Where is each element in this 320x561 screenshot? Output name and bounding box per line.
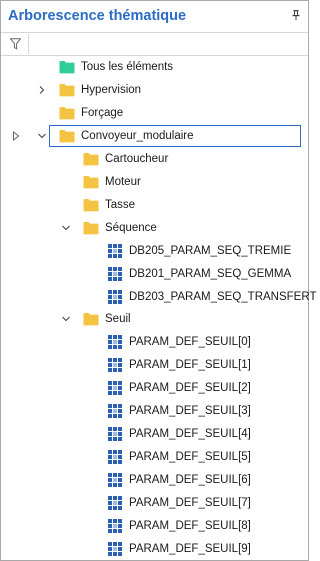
- tree-item[interactable]: Seuil: [1, 309, 308, 331]
- data-block-icon: [107, 541, 123, 556]
- tree-item-label: PARAM_DEF_SEUIL[8]: [129, 520, 251, 532]
- tree-item[interactable]: PARAM_DEF_SEUIL[0]: [1, 332, 308, 354]
- tree-item[interactable]: PARAM_DEF_SEUIL[9]: [1, 539, 308, 561]
- pin-icon[interactable]: [290, 9, 302, 21]
- tree-item[interactable]: PARAM_DEF_SEUIL[7]: [1, 493, 308, 515]
- tree-item[interactable]: Moteur: [1, 172, 308, 194]
- folder-green-icon: [59, 60, 75, 74]
- data-block-icon: [107, 426, 123, 442]
- data-block-icon: [107, 495, 123, 511]
- filter-icon: [10, 38, 21, 50]
- tree-item-label: PARAM_DEF_SEUIL[4]: [129, 428, 251, 441]
- tree-item-label: Cartoucheur: [105, 152, 169, 165]
- tree-item-label: PARAM_DEF_SEUIL[3]: [129, 405, 251, 418]
- chevron-right-icon[interactable]: [37, 85, 47, 95]
- data-block-icon: [107, 518, 123, 533]
- chevron-down-icon[interactable]: [37, 131, 47, 141]
- thematic-tree-panel: Arborescence thématique Tous les élément…: [0, 0, 316, 561]
- filter-button[interactable]: [2, 34, 29, 54]
- tree-item[interactable]: PARAM_DEF_SEUIL[4]: [1, 424, 308, 446]
- tree-item-label: Hypervision: [81, 83, 142, 96]
- folder-icon: [83, 221, 99, 235]
- data-block-icon: [107, 289, 123, 304]
- folder-icon: [83, 198, 99, 212]
- tree-item-label: DB205_PARAM_SEQ_TREMIE: [129, 244, 292, 257]
- folder-icon: [83, 312, 99, 326]
- tree-item-label: PARAM_DEF_SEUIL[0]: [129, 336, 251, 349]
- tree-item-label: Seuil: [105, 313, 131, 326]
- tree-view: Tous les éléments Hypervision Forçage Convo…: [1, 55, 316, 561]
- data-block-icon: [107, 243, 123, 258]
- data-block-icon: [107, 357, 123, 373]
- tree-item[interactable]: PARAM_DEF_SEUIL[1]: [1, 355, 308, 377]
- tree-item-label: PARAM_DEF_SEUIL[7]: [129, 497, 251, 510]
- tree-item[interactable]: PARAM_DEF_SEUIL[8]: [1, 516, 308, 538]
- folder-icon: [59, 129, 75, 143]
- tree-item-label: PARAM_DEF_SEUIL[1]: [129, 359, 251, 372]
- tree-item-label: Tous les éléments: [81, 61, 174, 73]
- folder-icon: [83, 152, 99, 166]
- tree-item-label: Forçage: [81, 106, 124, 119]
- tree-item-label: PARAM_DEF_SEUIL[5]: [129, 451, 251, 464]
- folder-icon: [59, 106, 75, 120]
- tree-item-label: Moteur: [105, 175, 141, 188]
- tree-item[interactable]: PARAM_DEF_SEUIL[5]: [1, 447, 308, 469]
- tree-item[interactable]: PARAM_DEF_SEUIL[6]: [1, 470, 308, 492]
- data-block-icon: [107, 403, 123, 419]
- tree-item[interactable]: Cartoucheur: [1, 149, 308, 171]
- tree-item-label: DB201_PARAM_SEQ_GEMMA: [129, 267, 292, 280]
- data-block-icon: [107, 380, 123, 396]
- data-block-icon: [107, 266, 123, 281]
- data-block-icon: [107, 449, 123, 465]
- data-block-icon: [107, 472, 123, 488]
- panel-titlebar: Arborescence thématique: [1, 1, 308, 31]
- tree-item-label: PARAM_DEF_SEUIL[2]: [129, 382, 251, 395]
- tree-item[interactable]: Convoyeur_modulaire: [1, 124, 308, 148]
- tree-item[interactable]: Tous les éléments: [1, 57, 308, 79]
- tree-item[interactable]: Hypervision: [1, 80, 308, 102]
- tree-item[interactable]: PARAM_DEF_SEUIL[3]: [1, 401, 308, 423]
- tree-item[interactable]: Forçage: [1, 103, 308, 125]
- tree-item[interactable]: DB201_PARAM_SEQ_GEMMA: [1, 264, 308, 286]
- chevron-down-icon[interactable]: [61, 314, 71, 324]
- tree-item-label: PARAM_DEF_SEUIL[9]: [129, 542, 251, 555]
- tree-item[interactable]: Tasse: [1, 195, 308, 217]
- tree-item[interactable]: Séquence: [1, 218, 308, 240]
- tree-item[interactable]: DB205_PARAM_SEQ_TREMIE: [1, 241, 308, 263]
- tree-item-label: PARAM_DEF_SEUIL[6]: [129, 474, 251, 487]
- tree-item-label: Convoyeur_modulaire: [81, 129, 194, 142]
- row-indicator-icon: [11, 130, 21, 141]
- folder-icon: [83, 175, 99, 189]
- tree-item[interactable]: DB203_PARAM_SEQ_TRANSFERT: [1, 287, 316, 309]
- tree-item[interactable]: PARAM_DEF_SEUIL[2]: [1, 378, 308, 400]
- folder-icon: [59, 83, 75, 97]
- panel-title: Arborescence thématique: [8, 8, 187, 24]
- filter-toolbar: [1, 32, 308, 56]
- tree-item-label: Tasse: [105, 198, 136, 211]
- chevron-down-icon[interactable]: [61, 223, 71, 233]
- tree-item-label: DB203_PARAM_SEQ_TRANSFERT: [129, 290, 317, 303]
- tree-item-label: Séquence: [105, 221, 157, 234]
- data-block-icon: [107, 334, 123, 350]
